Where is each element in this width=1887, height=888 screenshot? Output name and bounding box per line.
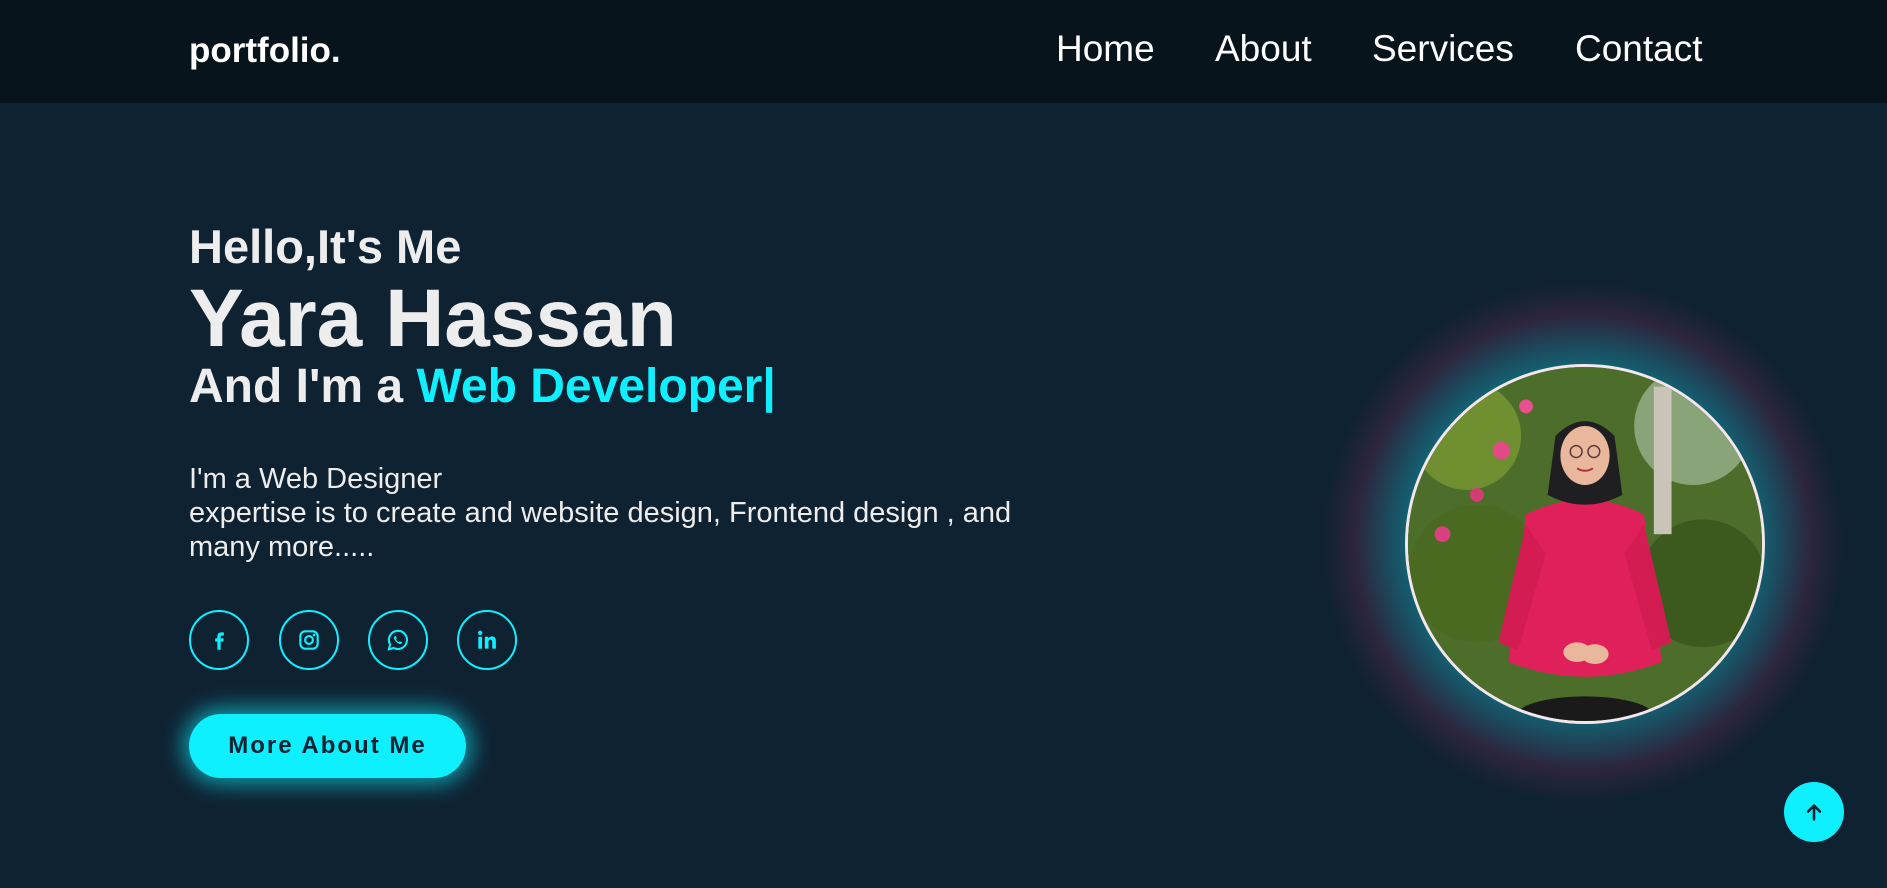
- profile-photo: [1405, 364, 1765, 724]
- facebook-button[interactable]: [189, 610, 249, 670]
- whatsapp-button[interactable]: [368, 610, 428, 670]
- linkedin-icon: [478, 630, 496, 649]
- hero-role-line: And I'm a Web Developer|: [189, 359, 1089, 415]
- nav-link-services[interactable]: Services: [1372, 28, 1514, 70]
- nav-link-contact[interactable]: Contact: [1575, 28, 1703, 70]
- scroll-to-top-button[interactable]: [1784, 782, 1844, 842]
- instagram-icon: [299, 630, 319, 650]
- description-line-2: expertise is to create and website desig…: [189, 497, 1012, 563]
- role-prefix: And I'm a: [189, 360, 417, 413]
- facebook-icon: [215, 632, 224, 650]
- hero-greeting: Hello,It's Me: [189, 220, 462, 273]
- social-links: [189, 610, 529, 670]
- hero-description: I'm a Web Designer expertise is to creat…: [189, 462, 1069, 564]
- hero-intro: Hello,It's Me Yara Hassan And I'm a Web …: [189, 218, 1089, 415]
- more-about-me-button[interactable]: More About Me: [189, 714, 466, 778]
- role-typed-text: Web Developer|: [416, 360, 776, 413]
- nav-links: Home About Services Contact: [0, 28, 1887, 78]
- profile-photo-illustration: [1408, 367, 1762, 721]
- description-line-1: I'm a Web Designer: [189, 463, 443, 495]
- instagram-button[interactable]: [279, 610, 339, 670]
- whatsapp-icon: [387, 629, 408, 651]
- nav-link-home[interactable]: Home: [1056, 28, 1155, 70]
- hero-name: Yara Hassan: [189, 273, 677, 364]
- linkedin-button[interactable]: [457, 610, 517, 670]
- nav-link-about[interactable]: About: [1215, 28, 1312, 70]
- navbar: portfolio. Home About Services Contact: [0, 0, 1887, 103]
- arrow-up-icon: [1806, 804, 1822, 821]
